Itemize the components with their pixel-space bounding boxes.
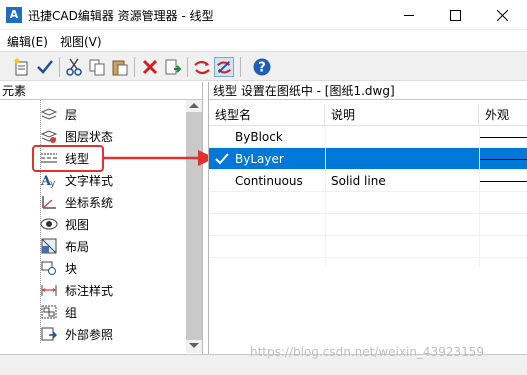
svg-text:?: ?	[258, 61, 266, 76]
tree-item-group[interactable]: 组	[40, 301, 180, 323]
watermark-text: https://blog.csdn.net/weixin_43923159	[250, 345, 485, 359]
block-icon	[41, 261, 56, 275]
title-bar: A 迅捷CAD编辑器 资源管理器 - 线型	[0, 0, 527, 30]
window-title: 迅捷CAD编辑器 资源管理器 - 线型	[28, 9, 214, 23]
export-button[interactable]	[163, 57, 183, 77]
tree-item-label: 组	[65, 306, 78, 320]
tree-item-label: 布局	[65, 240, 90, 254]
help-button[interactable]: ?	[252, 57, 272, 77]
menu-view[interactable]: 视图(V)	[60, 33, 102, 50]
elements-scrollbar[interactable]	[186, 100, 202, 353]
toolbar-separator	[59, 57, 60, 77]
column-header-description[interactable]: 说明	[325, 104, 479, 126]
regen-button[interactable]	[214, 57, 234, 77]
linetype-name: Continuous	[235, 174, 303, 188]
tree-item-layer[interactable]: 层	[40, 103, 180, 125]
tree-item-layout[interactable]: 布局	[40, 235, 180, 257]
export-icon	[165, 59, 182, 75]
tree-item-text-style[interactable]: A y 文字样式	[40, 169, 180, 191]
set-current-button[interactable]	[35, 57, 55, 77]
menu-edit[interactable]: 编辑(E)	[7, 33, 48, 50]
toolbar-separator	[134, 57, 135, 77]
help-icon: ?	[253, 58, 271, 76]
toolbar-separator	[240, 57, 241, 77]
linetype-name: ByBlock	[235, 130, 283, 144]
scroll-up-arrow-icon[interactable]	[189, 103, 199, 108]
paste-button[interactable]	[110, 57, 130, 77]
tree-item-dim-style[interactable]: 标注样式	[40, 279, 180, 301]
column-separator	[325, 126, 326, 266]
purge-icon	[194, 60, 210, 75]
tree-item-label: 坐标系统	[65, 196, 114, 210]
check-icon	[37, 60, 53, 74]
elements-header: 元素	[0, 82, 202, 100]
tree-item-label: 层	[65, 108, 78, 122]
layer-icon	[40, 108, 58, 120]
cut-button[interactable]	[64, 57, 84, 77]
column-header-appearance[interactable]: 外观	[479, 104, 527, 126]
tree-item-label: 外部参照	[65, 328, 114, 342]
tree-item-label: 图层状态	[65, 130, 114, 144]
linetype-panel-header: 线型 设置在图纸中 - [图纸1.dwg]	[209, 82, 527, 100]
tree-item-label: 块	[65, 262, 78, 276]
elements-tree: 层 图层状态 线型 A y 文字样式 坐标系统 视图 布局 块 标注样式 组 外…	[0, 100, 186, 353]
ucs-icon	[42, 196, 56, 209]
linetype-panel: 线型 设置在图纸中 - [图纸1.dwg] 线型名 说明 外观 ByBlock …	[208, 82, 527, 354]
tree-item-label: 标注样式	[65, 284, 114, 298]
paste-icon	[112, 60, 128, 76]
minimize-button[interactable]	[386, 0, 432, 30]
column-separator	[479, 126, 480, 266]
close-icon	[497, 10, 508, 21]
annotation-arrow-icon	[104, 150, 215, 166]
layout-icon	[41, 238, 57, 254]
linetype-description: Solid line	[331, 174, 386, 188]
tree-item-ucs[interactable]: 坐标系统	[40, 191, 180, 213]
layer-state-icon	[40, 130, 58, 143]
linetype-appearance	[479, 137, 527, 138]
scroll-down-arrow-icon[interactable]	[189, 343, 199, 348]
tree-item-label: 视图	[65, 218, 90, 232]
delete-icon	[142, 59, 158, 75]
new-linetype-button[interactable]	[12, 57, 32, 77]
group-icon	[41, 305, 57, 319]
regen-icon	[217, 60, 231, 74]
close-button[interactable]	[478, 0, 527, 30]
tree-item-view[interactable]: 视图	[40, 213, 180, 235]
tree-item-layer-state[interactable]: 图层状态	[40, 125, 180, 147]
linetype-appearance	[479, 181, 527, 182]
annotation-highlight-box	[32, 145, 104, 172]
current-check-icon	[215, 153, 229, 165]
linetype-name: ByLayer	[235, 152, 284, 166]
tree-item-xref[interactable]: 外部参照	[40, 323, 180, 345]
delete-button[interactable]	[140, 57, 160, 77]
app-icon: A	[6, 7, 22, 23]
tree-item-block[interactable]: 块	[40, 257, 180, 279]
text-style-icon: A y	[40, 174, 56, 188]
menu-bar: 编辑(E) 视图(V)	[0, 30, 527, 51]
column-header-name[interactable]: 线型名	[209, 104, 325, 126]
xref-icon	[41, 327, 58, 341]
cut-icon	[66, 58, 82, 76]
linetype-appearance	[479, 159, 527, 160]
new-linetype-icon	[14, 58, 28, 76]
maximize-button[interactable]	[432, 0, 478, 30]
elements-panel: 元素 层 图层状态 线型 A y 文字样式 坐标系统 视图 布局 块 标注样式 …	[0, 82, 203, 354]
purge-button[interactable]	[192, 57, 212, 77]
toolbar: ?	[0, 51, 527, 81]
copy-icon	[89, 59, 105, 76]
tree-item-label: 文字样式	[65, 174, 114, 188]
toolbar-separator	[187, 57, 188, 77]
dim-style-icon	[41, 285, 57, 296]
view-icon	[40, 218, 58, 230]
svg-text:y: y	[50, 179, 56, 188]
copy-button[interactable]	[87, 57, 107, 77]
